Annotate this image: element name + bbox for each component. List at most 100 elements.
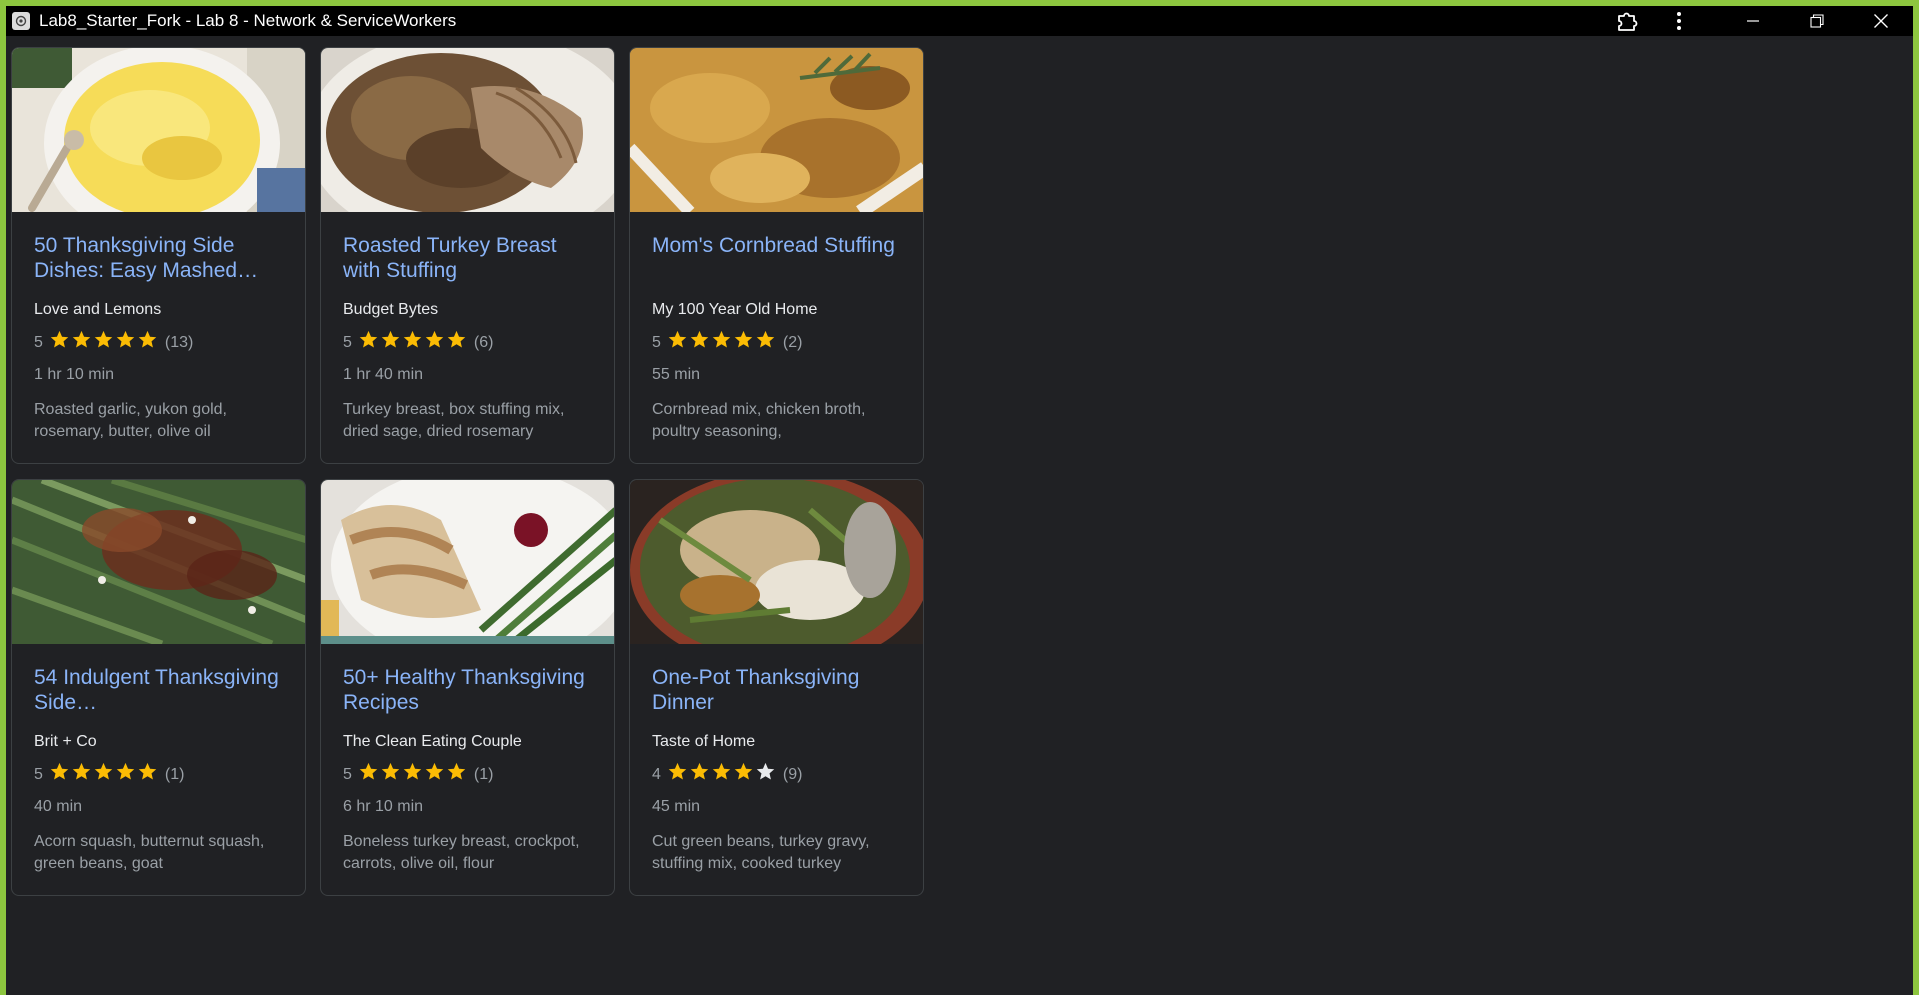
recipe-title[interactable]: Mom's Cornbread Stuffing	[652, 233, 901, 283]
recipe-source: The Clean Eating Couple	[343, 733, 522, 750]
rating-row: 4 (9)	[652, 761, 901, 788]
title-bar: Lab8_Starter_Fork - Lab 8 - Network & Se…	[6, 6, 1913, 36]
star-filled-icon	[711, 329, 733, 356]
star-filled-icon	[71, 761, 93, 788]
recipe-source: Budget Bytes	[343, 301, 439, 318]
recipe-image[interactable]	[321, 480, 614, 644]
star-rating	[667, 329, 777, 356]
star-filled-icon	[446, 761, 468, 788]
star-filled-icon	[402, 329, 424, 356]
page-content: 50 Thanksgiving Side Dishes: Easy Mashed…	[6, 36, 1913, 995]
recipe-card[interactable]: One-Pot Thanksgiving Dinner Taste of Hom…	[629, 479, 924, 896]
ingredients: Turkey breast, box stuffing mix, dried s…	[343, 401, 565, 440]
recipe-title[interactable]: 54 Indulgent Thanksgiving Side…	[34, 665, 283, 715]
close-button[interactable]	[1849, 6, 1913, 36]
recipe-card[interactable]: 50+ Healthy Thanksgiving Recipes The Cle…	[320, 479, 615, 896]
star-filled-icon	[424, 329, 446, 356]
star-filled-icon	[711, 761, 733, 788]
star-filled-icon	[115, 761, 137, 788]
star-filled-icon	[380, 329, 402, 356]
star-filled-icon	[380, 761, 402, 788]
cook-time: 55 min	[652, 366, 701, 383]
browser-window: Lab8_Starter_Fork - Lab 8 - Network & Se…	[6, 6, 1913, 995]
recipe-card[interactable]: 54 Indulgent Thanksgiving Side… Brit + C…	[11, 479, 306, 896]
recipe-grid: 50 Thanksgiving Side Dishes: Easy Mashed…	[11, 47, 924, 896]
star-filled-icon	[71, 329, 93, 356]
star-filled-icon	[402, 761, 424, 788]
star-filled-icon	[667, 761, 689, 788]
cook-time: 1 hr 40 min	[343, 366, 424, 383]
title-bar-controls	[1597, 6, 1913, 36]
star-filled-icon	[689, 761, 711, 788]
recipe-image[interactable]	[12, 480, 305, 644]
star-filled-icon	[733, 761, 755, 788]
star-filled-icon	[667, 329, 689, 356]
rating-value: 5	[34, 333, 43, 351]
star-filled-icon	[358, 761, 380, 788]
window-title: Lab8_Starter_Fork - Lab 8 - Network & Se…	[39, 11, 457, 30]
rating-value: 5	[343, 765, 352, 783]
recipe-source: My 100 Year Old Home	[652, 301, 818, 318]
star-filled-icon	[93, 761, 115, 788]
star-filled-icon	[137, 329, 159, 356]
recipe-source: Brit + Co	[34, 733, 97, 750]
rating-value: 5	[343, 333, 352, 351]
extensions-button[interactable]	[1597, 6, 1657, 36]
ingredients: Acorn squash, butternut squash, green be…	[34, 833, 265, 872]
minimize-icon	[1746, 14, 1760, 28]
cook-time: 1 hr 10 min	[34, 366, 115, 383]
star-filled-icon	[49, 329, 71, 356]
recipe-image[interactable]	[12, 48, 305, 212]
menu-button[interactable]	[1657, 6, 1701, 36]
star-rating	[49, 329, 159, 356]
recipe-image[interactable]	[630, 48, 923, 212]
rating-row: 5 (6)	[343, 329, 592, 356]
rating-value: 4	[652, 765, 661, 783]
review-count: (1)	[473, 765, 494, 783]
rating-value: 5	[652, 333, 661, 351]
recipe-image[interactable]	[321, 48, 614, 212]
rating-value: 5	[34, 765, 43, 783]
star-filled-icon	[358, 329, 380, 356]
restore-button[interactable]	[1785, 6, 1849, 36]
ingredients: Cut green beans, turkey gravy, stuffing …	[652, 833, 870, 872]
recipe-source: Love and Lemons	[34, 301, 162, 318]
cook-time: 45 min	[652, 798, 701, 815]
review-count: (9)	[782, 765, 803, 783]
star-rating	[667, 761, 777, 788]
restore-icon	[1810, 14, 1824, 28]
rating-row: 5 (13)	[34, 329, 283, 356]
ingredients: Cornbread mix, chicken broth, poultry se…	[652, 401, 866, 440]
review-count: (2)	[782, 333, 803, 351]
kebab-menu-icon	[1676, 11, 1682, 31]
puzzle-icon	[1616, 10, 1638, 32]
recipe-title[interactable]: 50 Thanksgiving Side Dishes: Easy Mashed…	[34, 233, 283, 283]
recipe-card[interactable]: 50 Thanksgiving Side Dishes: Easy Mashed…	[11, 47, 306, 464]
star-filled-icon	[689, 329, 711, 356]
recipe-title[interactable]: One-Pot Thanksgiving Dinner	[652, 665, 901, 715]
rating-row: 5 (2)	[652, 329, 901, 356]
recipe-source: Taste of Home	[652, 733, 756, 750]
recipe-card[interactable]: Roasted Turkey Breast with Stuffing Budg…	[320, 47, 615, 464]
rating-row: 5 (1)	[34, 761, 283, 788]
star-empty-icon	[755, 761, 777, 788]
star-filled-icon	[446, 329, 468, 356]
recipe-title[interactable]: 50+ Healthy Thanksgiving Recipes	[343, 665, 592, 715]
ingredients: Roasted garlic, yukon gold, rosemary, bu…	[34, 401, 227, 440]
star-rating	[358, 329, 468, 356]
star-filled-icon	[49, 761, 71, 788]
star-filled-icon	[755, 329, 777, 356]
app-icon[interactable]	[12, 12, 30, 30]
review-count: (6)	[473, 333, 494, 351]
recipe-title[interactable]: Roasted Turkey Breast with Stuffing	[343, 233, 592, 283]
review-count: (13)	[164, 333, 194, 351]
star-filled-icon	[424, 761, 446, 788]
minimize-button[interactable]	[1721, 6, 1785, 36]
cook-time: 6 hr 10 min	[343, 798, 424, 815]
star-rating	[49, 761, 159, 788]
cook-time: 40 min	[34, 798, 83, 815]
recipe-image[interactable]	[630, 480, 923, 644]
star-rating	[358, 761, 468, 788]
rating-row: 5 (1)	[343, 761, 592, 788]
recipe-card[interactable]: Mom's Cornbread Stuffing My 100 Year Old…	[629, 47, 924, 464]
